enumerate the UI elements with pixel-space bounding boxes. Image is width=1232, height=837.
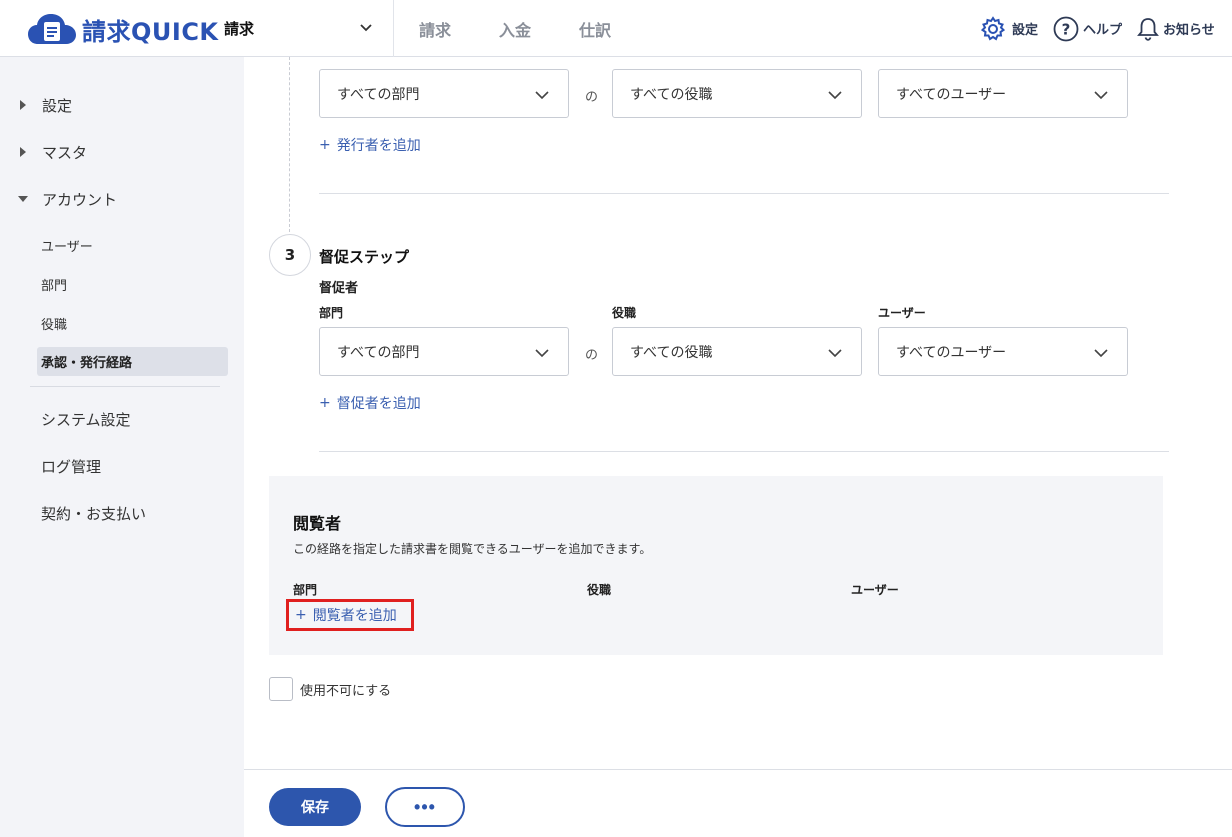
logo-text: 請求QUICK — [82, 17, 219, 46]
save-button[interactable]: 保存 — [269, 788, 361, 826]
dunning-department-select[interactable]: すべての部門 — [319, 327, 569, 376]
disable-checkbox-label: 使用不可にする — [300, 683, 392, 699]
plus-icon: + — [295, 607, 307, 623]
select-value: すべての役職 — [630, 344, 713, 361]
chevron-down-icon — [535, 349, 549, 358]
svg-text:?: ? — [1062, 20, 1071, 38]
chevron-down-icon — [1094, 349, 1108, 358]
add-issuer-link[interactable]: + 発行者を追加 — [319, 135, 421, 155]
viewers-department-label: 部門 — [293, 583, 318, 597]
viewers-user-label: ユーザー — [851, 583, 899, 597]
help-label: ヘルプ — [1083, 23, 1123, 38]
sidebar-item-system-settings[interactable]: システム設定 — [41, 409, 131, 430]
nav-tab-invoice[interactable]: 請求 — [419, 0, 451, 57]
sidebar-group-label: 設定 — [42, 96, 73, 115]
department-label: 部門 — [319, 306, 344, 320]
disable-route-option[interactable]: 使用不可にする — [269, 677, 391, 701]
notifications-label: お知らせ — [1163, 23, 1215, 38]
gear-icon — [980, 15, 1006, 40]
app-logo[interactable]: 請求QUICK — [28, 12, 219, 46]
select-value: すべての部門 — [337, 86, 420, 103]
sidebar-item-departments[interactable]: 部門 — [41, 275, 67, 294]
add-dunner-link[interactable]: + 督促者を追加 — [319, 393, 421, 413]
nav-tab-payment[interactable]: 入金 — [499, 0, 531, 57]
sidebar-item-approval-routes[interactable]: 承認・発行経路 — [37, 347, 228, 376]
sidebar-group-master[interactable]: マスタ — [0, 142, 244, 162]
select-value: すべてのユーザー — [896, 86, 1007, 103]
settings-button[interactable]: 設定 — [979, 0, 1038, 57]
chevron-down-icon — [828, 91, 842, 100]
bell-icon — [1137, 17, 1159, 41]
product-select[interactable]: 請求 — [224, 0, 394, 57]
notifications-button[interactable]: お知らせ — [1136, 0, 1215, 57]
of-connector: の — [585, 348, 599, 363]
add-dunner-label: 督促者を追加 — [336, 396, 421, 412]
chevron-down-icon — [1094, 91, 1108, 100]
viewers-section: 閲覧者 この経路を指定した請求書を閲覧できるユーザーを追加できます。 部門 役職… — [269, 476, 1163, 655]
settings-label: 設定 — [1012, 23, 1039, 38]
sidebar: 設定 マスタ アカウント ユーザー 部門 役職 承認・発行経路 システム設定 ロ… — [0, 57, 244, 837]
add-viewer-link[interactable]: + 閲覧者を追加 — [286, 599, 414, 631]
select-value: すべてのユーザー — [896, 344, 1007, 361]
help-button[interactable]: ? ヘルプ — [1052, 0, 1122, 57]
user-label: ユーザー — [878, 306, 926, 320]
sidebar-group-settings[interactable]: 設定 — [0, 95, 244, 115]
role-label: 役職 — [612, 306, 637, 320]
sidebar-group-account[interactable]: アカウント — [0, 189, 244, 209]
action-footer: 保存 ••• — [244, 769, 1232, 837]
step-title: 督促ステップ — [319, 248, 410, 266]
caret-right-icon — [20, 100, 26, 110]
plus-icon: + — [319, 137, 331, 153]
dunning-role-select[interactable]: すべての役職 — [612, 327, 862, 376]
sidebar-item-contract-payment[interactable]: 契約・お支払い — [41, 503, 146, 524]
select-value: すべての部門 — [337, 344, 420, 361]
disable-checkbox[interactable] — [269, 677, 293, 701]
issuer-department-select[interactable]: すべての部門 — [319, 69, 569, 118]
caret-down-icon — [18, 196, 28, 202]
chevron-down-icon — [535, 91, 549, 100]
caret-right-icon — [20, 147, 26, 157]
step-subtitle: 督促者 — [319, 281, 359, 296]
sidebar-item-users[interactable]: ユーザー — [41, 236, 93, 255]
help-icon: ? — [1053, 16, 1079, 41]
chevron-down-icon — [360, 24, 372, 32]
step-connector-line — [289, 57, 290, 232]
sidebar-item-roles[interactable]: 役職 — [41, 314, 67, 333]
issuer-role-select[interactable]: すべての役職 — [612, 69, 862, 118]
nav-tab-journal[interactable]: 仕訳 — [579, 0, 611, 57]
main-content: すべての部門 の すべての役職 すべてのユーザー + 発行者を追加 3 督促ステ… — [244, 57, 1232, 769]
chevron-down-icon — [828, 349, 842, 358]
sidebar-group-label: マスタ — [42, 143, 88, 162]
plus-icon: + — [319, 395, 331, 411]
select-value: すべての役職 — [630, 86, 713, 103]
viewers-description: この経路を指定した請求書を閲覧できるユーザーを追加できます。 — [293, 542, 652, 556]
dunning-user-select[interactable]: すべてのユーザー — [878, 327, 1128, 376]
sidebar-item-log-management[interactable]: ログ管理 — [41, 456, 101, 477]
more-options-button[interactable]: ••• — [385, 787, 465, 827]
of-connector: の — [585, 90, 599, 105]
viewers-role-label: 役職 — [587, 583, 612, 597]
sidebar-group-label: アカウント — [42, 190, 118, 209]
viewers-title: 閲覧者 — [293, 514, 342, 533]
sidebar-divider — [30, 386, 220, 387]
issuer-user-select[interactable]: すべてのユーザー — [878, 69, 1128, 118]
step-number-badge: 3 — [269, 234, 311, 276]
cloud-document-icon — [28, 14, 76, 44]
product-select-value: 請求 — [224, 20, 255, 38]
app-header: 請求QUICK 請求 請求 入金 仕訳 設定 ? ヘルプ お知らせ — [0, 0, 1232, 57]
add-viewer-label: 閲覧者を追加 — [312, 608, 397, 624]
divider — [319, 193, 1169, 194]
add-issuer-label: 発行者を追加 — [336, 138, 421, 154]
divider — [319, 451, 1169, 452]
